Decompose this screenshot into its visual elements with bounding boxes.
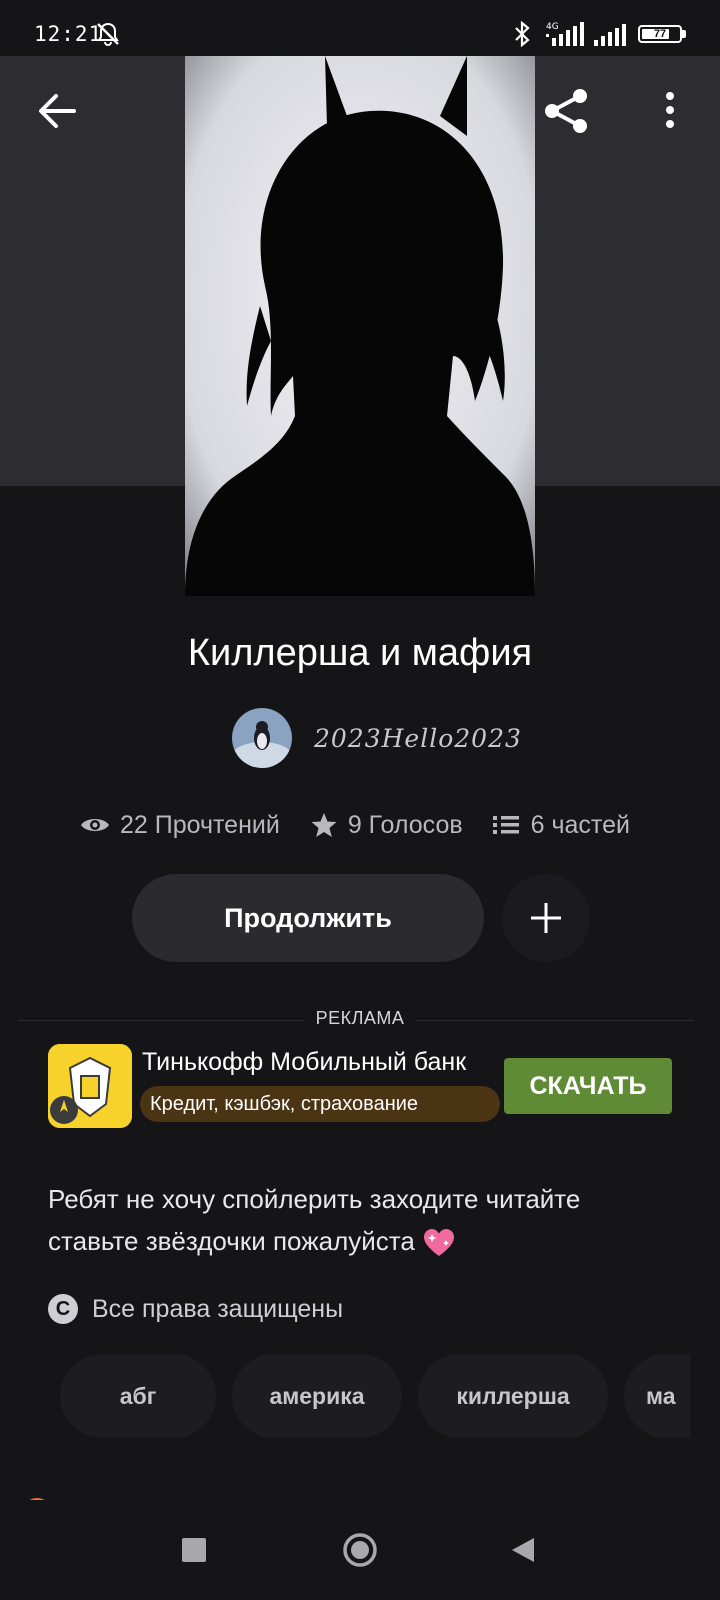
signal-icon: 4G bbox=[546, 22, 584, 46]
copyright-text: Все права защищены bbox=[92, 1294, 344, 1323]
story-stats: 22 Прочтений 9 Голосов 6 частей bbox=[80, 805, 660, 845]
ad-app-icon[interactable] bbox=[48, 1044, 132, 1128]
copyright-icon: C bbox=[48, 1294, 78, 1324]
votes-count: 9 Голосов bbox=[347, 810, 463, 839]
add-to-library-button[interactable] bbox=[502, 874, 590, 962]
battery-icon: 77 bbox=[638, 25, 682, 43]
reads-count: 22 Прочтений bbox=[120, 810, 280, 839]
mute-icon bbox=[97, 22, 119, 46]
author-name[interactable]: 2023Hello2023 bbox=[314, 724, 522, 753]
author-link[interactable]: 2023Hello2023 bbox=[232, 708, 522, 768]
battery-percent: 77 bbox=[653, 28, 667, 40]
parts-stat[interactable]: 6 частей bbox=[492, 811, 630, 840]
description-text: Ребят не хочу спойлерить заходите читайт… bbox=[48, 1184, 581, 1256]
continue-reading-button[interactable]: Продолжить bbox=[132, 874, 484, 962]
ad-title[interactable]: Тинькофф Мобильный банк bbox=[142, 1048, 466, 1077]
status-bar: 12:21 4G 77 bbox=[0, 0, 720, 56]
star-icon bbox=[311, 813, 337, 837]
home-icon[interactable] bbox=[342, 1532, 378, 1568]
arrow-left-icon[interactable] bbox=[32, 86, 82, 136]
parts-count[interactable]: 6 частей bbox=[531, 811, 630, 840]
story-title: Киллерша и мафия bbox=[187, 632, 533, 674]
share-icon[interactable] bbox=[540, 84, 594, 138]
reads-stat: 22 Прочтений bbox=[80, 811, 280, 840]
list-icon bbox=[492, 816, 519, 834]
tag-list: абг америка киллерша ма bbox=[60, 1354, 690, 1438]
network-type-label: 4G bbox=[546, 22, 559, 32]
story-cover-image bbox=[185, 56, 535, 596]
battery-tip bbox=[682, 30, 686, 38]
ad-label: РЕКЛАМА bbox=[303, 1008, 417, 1029]
copyright-notice: C Все права защищены bbox=[48, 1294, 343, 1324]
tag-chip[interactable]: америка bbox=[232, 1354, 402, 1438]
signal-icon bbox=[594, 24, 626, 46]
plus-icon bbox=[531, 903, 561, 933]
more-vertical-icon[interactable] bbox=[650, 86, 690, 136]
bluetooth-icon bbox=[515, 21, 530, 47]
tag-chip[interactable]: абг bbox=[60, 1354, 216, 1438]
story-description: Ребят не хочу спойлерить заходите читайт… bbox=[48, 1178, 678, 1262]
status-time: 12:21 bbox=[34, 22, 103, 46]
tag-chip[interactable]: киллерша bbox=[418, 1354, 608, 1438]
ad-subtitle[interactable]: Кредит, кэшбэк, страхование bbox=[140, 1086, 500, 1122]
avatar[interactable] bbox=[232, 708, 292, 768]
ad-download-button[interactable]: СКАЧАТЬ bbox=[504, 1058, 672, 1114]
ad-label-row: РЕКЛАМА bbox=[0, 1008, 720, 1029]
eye-icon bbox=[81, 819, 109, 831]
nav-back-icon[interactable] bbox=[510, 1536, 536, 1564]
sparkling-heart-icon bbox=[424, 1229, 455, 1257]
recent-apps-icon[interactable] bbox=[182, 1538, 206, 1562]
votes-stat: 9 Голосов bbox=[310, 811, 463, 840]
tag-chip[interactable]: ма bbox=[624, 1354, 690, 1438]
